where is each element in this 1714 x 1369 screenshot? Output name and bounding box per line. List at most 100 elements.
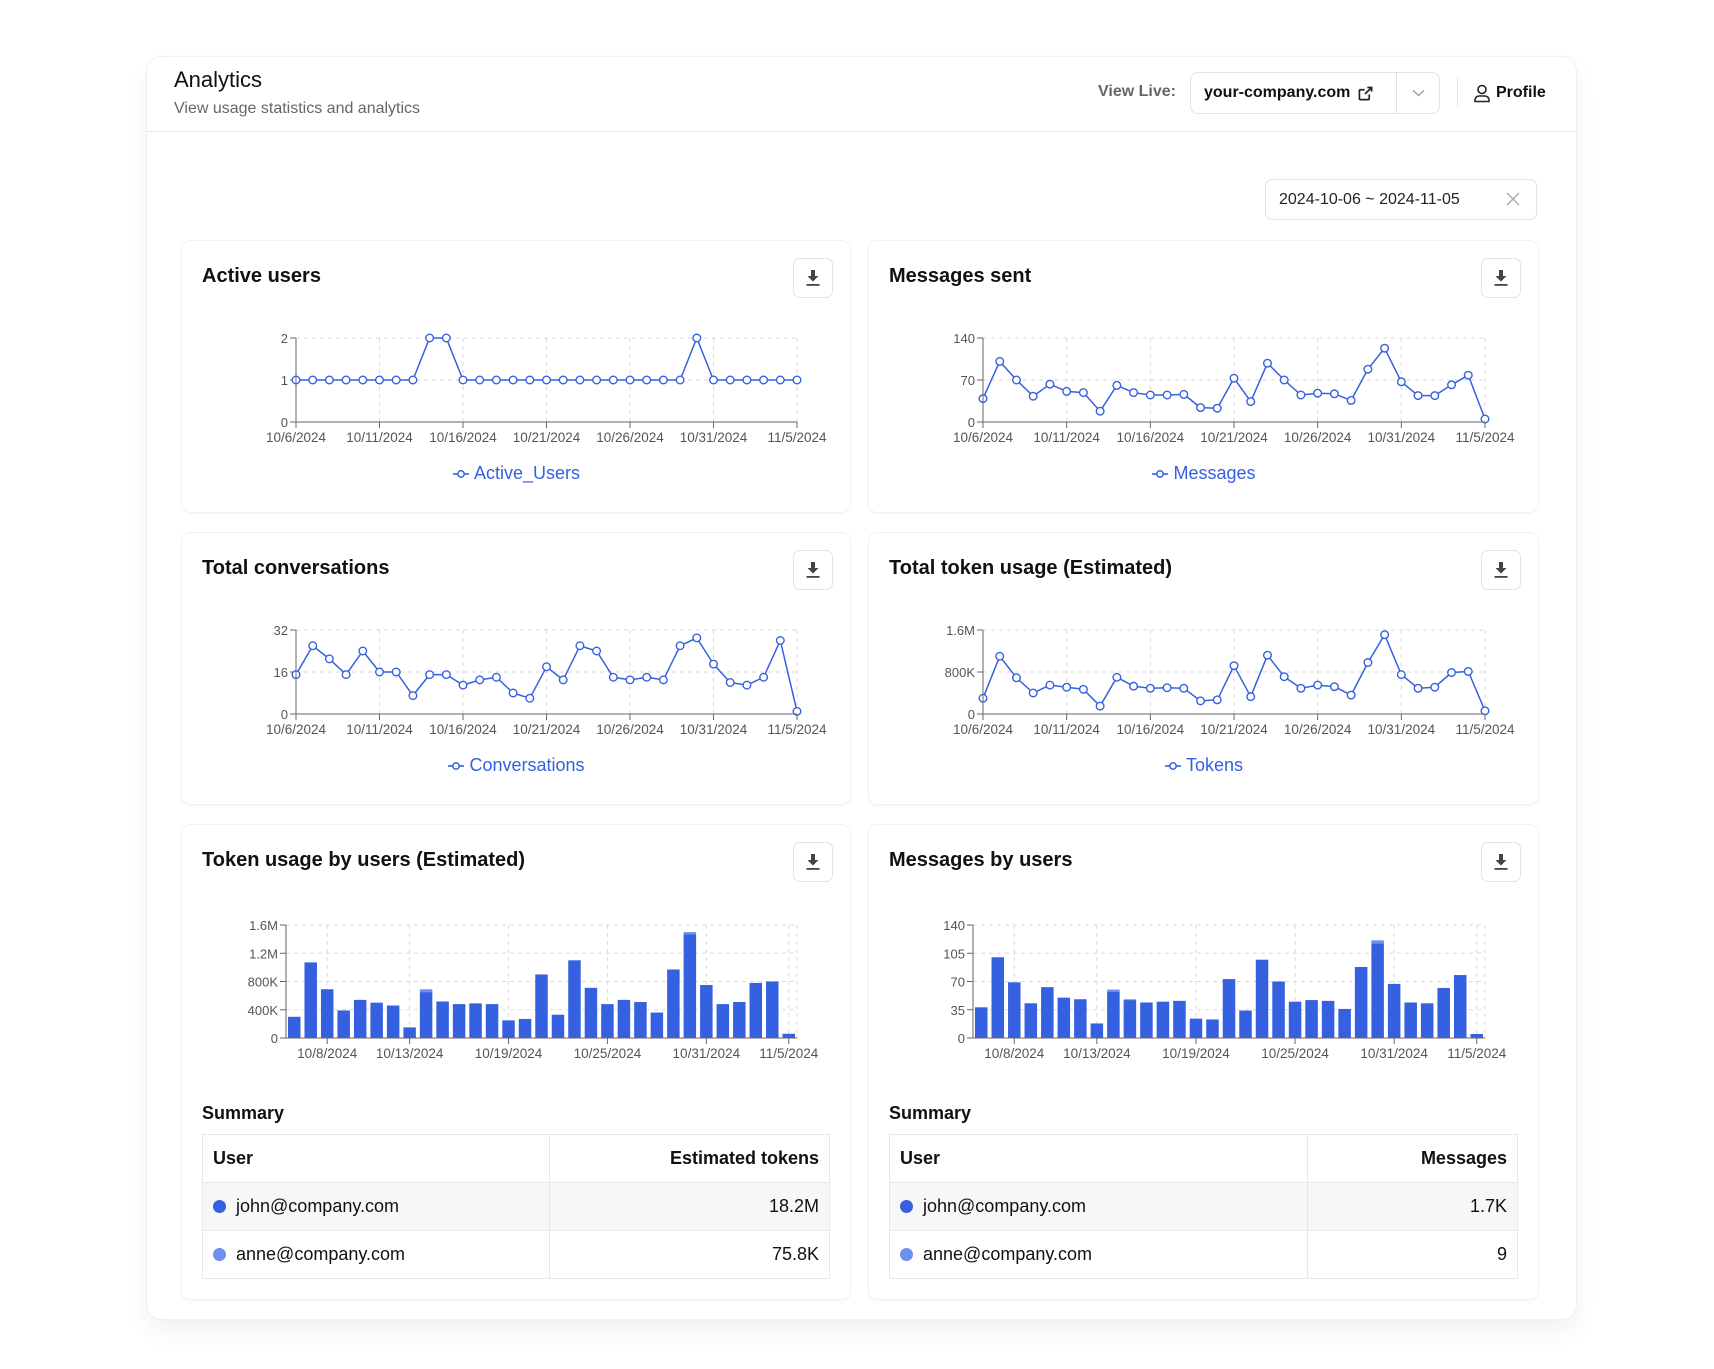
data-point[interactable] bbox=[1229, 661, 1239, 671]
bar[interactable] bbox=[1156, 1001, 1170, 1038]
data-point[interactable] bbox=[324, 654, 334, 664]
data-point[interactable] bbox=[658, 375, 668, 385]
column-header-value[interactable]: Estimated tokens bbox=[549, 1134, 830, 1183]
data-point[interactable] bbox=[1380, 630, 1390, 640]
bar[interactable] bbox=[1222, 979, 1236, 1038]
bar[interactable] bbox=[485, 1004, 499, 1038]
data-point[interactable] bbox=[508, 375, 518, 385]
clear-icon[interactable] bbox=[1505, 191, 1521, 207]
profile-button[interactable]: Profile bbox=[1473, 74, 1546, 112]
data-point[interactable] bbox=[1396, 377, 1406, 387]
data-point[interactable] bbox=[725, 375, 735, 385]
data-point[interactable] bbox=[1262, 358, 1272, 368]
bar[interactable] bbox=[1123, 1000, 1137, 1038]
data-point[interactable] bbox=[1112, 672, 1122, 682]
data-point[interactable] bbox=[608, 375, 618, 385]
data-point[interactable] bbox=[742, 375, 752, 385]
data-point[interactable] bbox=[709, 659, 719, 669]
bar[interactable] bbox=[601, 1004, 614, 1038]
bar[interactable] bbox=[535, 974, 548, 1038]
bar[interactable] bbox=[1206, 1019, 1219, 1038]
data-point[interactable] bbox=[475, 375, 485, 385]
data-point[interactable] bbox=[995, 651, 1005, 661]
bar[interactable] bbox=[634, 1001, 647, 1038]
data-point[interactable] bbox=[1447, 668, 1457, 678]
data-point[interactable] bbox=[1329, 389, 1339, 399]
bar[interactable] bbox=[1255, 959, 1269, 1038]
bar[interactable] bbox=[370, 1002, 383, 1038]
data-point[interactable] bbox=[525, 693, 535, 703]
data-point[interactable] bbox=[592, 646, 602, 656]
bar[interactable] bbox=[386, 1005, 400, 1038]
bar[interactable] bbox=[1354, 966, 1368, 1038]
bar[interactable] bbox=[1453, 975, 1467, 1038]
data-point[interactable] bbox=[1078, 388, 1088, 398]
data-point[interactable] bbox=[491, 375, 501, 385]
data-point[interactable] bbox=[391, 667, 401, 677]
data-point[interactable] bbox=[759, 672, 769, 682]
bar[interactable] bbox=[288, 1016, 301, 1038]
data-point[interactable] bbox=[759, 375, 769, 385]
data-point[interactable] bbox=[1313, 680, 1323, 690]
data-point[interactable] bbox=[775, 375, 785, 385]
bar[interactable] bbox=[1272, 981, 1285, 1039]
data-point[interactable] bbox=[558, 375, 568, 385]
data-point[interactable] bbox=[508, 688, 518, 698]
bar[interactable] bbox=[1008, 982, 1021, 1038]
bar[interactable] bbox=[518, 1018, 532, 1038]
bar[interactable] bbox=[568, 960, 581, 1038]
bar[interactable] bbox=[991, 957, 1005, 1038]
bar[interactable] bbox=[650, 1012, 664, 1038]
data-point[interactable] bbox=[742, 680, 752, 690]
data-point[interactable] bbox=[391, 375, 401, 385]
bar[interactable] bbox=[1371, 940, 1384, 944]
data-point[interactable] bbox=[525, 375, 535, 385]
data-point[interactable] bbox=[425, 333, 435, 343]
bar[interactable] bbox=[1404, 1002, 1417, 1038]
data-point[interactable] bbox=[1196, 403, 1206, 413]
data-point[interactable] bbox=[441, 670, 451, 680]
bar[interactable] bbox=[436, 1001, 449, 1002]
data-point[interactable] bbox=[1430, 391, 1440, 401]
data-point[interactable] bbox=[358, 375, 368, 385]
data-point[interactable] bbox=[1145, 390, 1155, 400]
bar[interactable] bbox=[1288, 1001, 1302, 1038]
data-point[interactable] bbox=[358, 646, 368, 656]
data-point[interactable] bbox=[1129, 681, 1139, 691]
data-point[interactable] bbox=[608, 672, 618, 682]
data-point[interactable] bbox=[1363, 364, 1373, 374]
data-point[interactable] bbox=[542, 662, 552, 672]
date-range-picker[interactable]: 2024-10-06 ~ 2024-11-05 bbox=[1265, 179, 1537, 220]
chart-legend[interactable]: Messages bbox=[869, 463, 1538, 484]
data-point[interactable] bbox=[575, 641, 585, 651]
bar[interactable] bbox=[617, 999, 631, 1038]
data-point[interactable] bbox=[1179, 683, 1189, 693]
data-point[interactable] bbox=[675, 641, 685, 651]
bar[interactable] bbox=[419, 992, 433, 1038]
data-point[interactable] bbox=[1313, 388, 1323, 398]
bar[interactable] bbox=[1041, 987, 1054, 1038]
data-point[interactable] bbox=[441, 333, 451, 343]
bar[interactable] bbox=[683, 934, 697, 1038]
data-point[interactable] bbox=[408, 375, 418, 385]
data-point[interactable] bbox=[1011, 375, 1021, 385]
data-point[interactable] bbox=[458, 375, 468, 385]
data-point[interactable] bbox=[1346, 690, 1356, 700]
bar[interactable] bbox=[1470, 1033, 1483, 1038]
data-point[interactable] bbox=[658, 675, 668, 685]
bar[interactable] bbox=[502, 1020, 515, 1038]
bar[interactable] bbox=[1090, 1023, 1104, 1038]
bar[interactable] bbox=[716, 1004, 730, 1038]
data-point[interactable] bbox=[1346, 395, 1356, 405]
data-point[interactable] bbox=[575, 375, 585, 385]
data-point[interactable] bbox=[692, 333, 702, 343]
bar[interactable] bbox=[1321, 1000, 1335, 1038]
bar[interactable] bbox=[403, 1027, 416, 1038]
bar[interactable] bbox=[1057, 997, 1071, 1038]
data-point[interactable] bbox=[458, 680, 468, 690]
data-point[interactable] bbox=[775, 635, 785, 645]
bar[interactable] bbox=[1074, 999, 1087, 1038]
bar[interactable] bbox=[1420, 1003, 1434, 1038]
data-point[interactable] bbox=[1246, 397, 1256, 407]
column-header-user[interactable]: User bbox=[889, 1134, 1308, 1183]
